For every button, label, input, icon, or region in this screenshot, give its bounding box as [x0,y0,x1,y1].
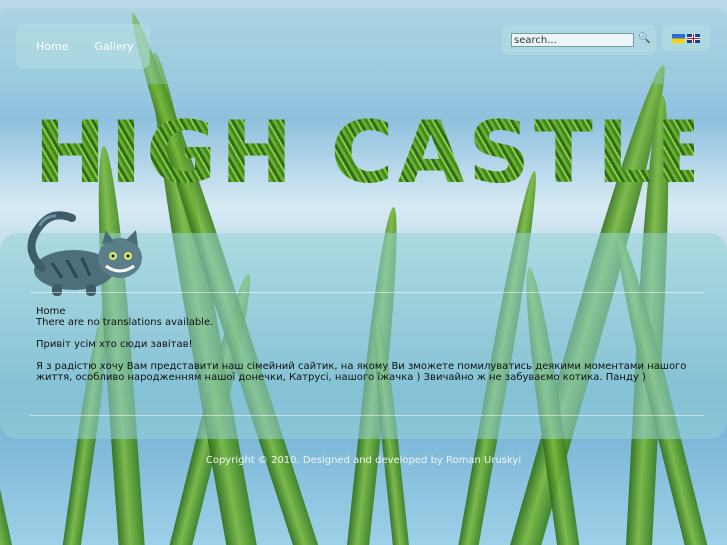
translation-notice: There are no translations available. [36,317,214,328]
ukraine-flag-icon[interactable] [672,33,685,43]
nav-home-link[interactable]: Home [36,40,68,53]
search-icon[interactable]: 🔍 [638,33,652,47]
greeting-text: Привіт усім хто сюди завітав! [36,339,193,350]
main-nav: Home Gallery [16,24,150,69]
search-panel: 🔍 [502,25,656,55]
uk-flag-icon[interactable] [687,33,700,43]
site-logo: HIGH CASTLE [34,103,719,203]
breadcrumb[interactable]: Home [36,306,698,317]
nav-gallery-link[interactable]: Gallery [94,40,133,53]
cheshire-cat-icon [27,211,142,296]
search-input[interactable] [511,33,634,47]
intro-paragraph: Я з радістю хочу Вам представити наш сім… [36,361,687,383]
article-body: Home There are no translations available… [30,292,704,416]
language-switcher [662,25,710,51]
footer-copyright: Copyright © 2010. Designed and developed… [205,455,522,466]
